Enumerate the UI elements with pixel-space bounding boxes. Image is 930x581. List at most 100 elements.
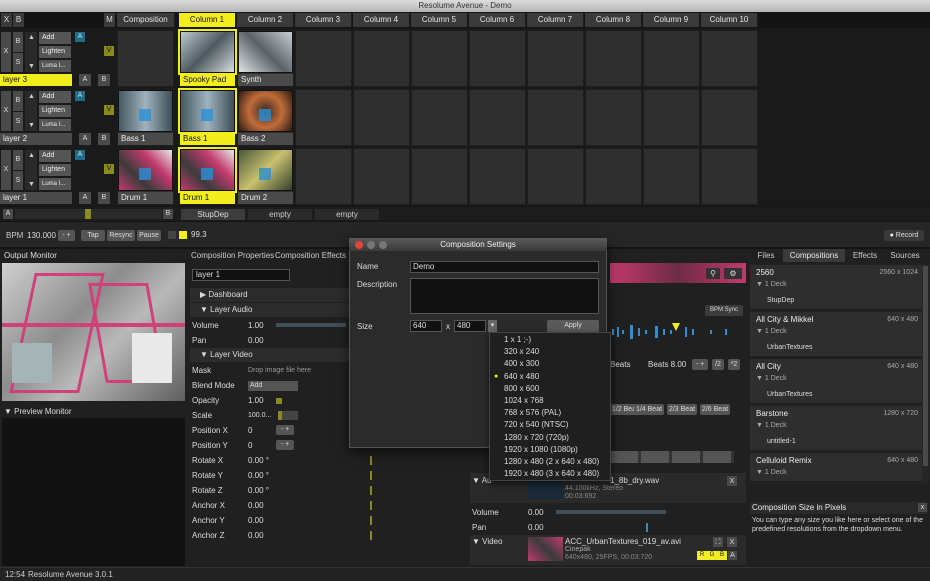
video-section-header[interactable]: ▼ Video	[472, 537, 502, 546]
clip-slot[interactable]	[411, 89, 468, 146]
composition-deck-name[interactable]: UrbanTextures	[767, 391, 813, 398]
tab-compositions[interactable]: Compositions	[783, 249, 845, 262]
size-option[interactable]: 1 x 1 ;-)	[490, 334, 611, 346]
anchor-z-row[interactable]: Anchor Z 0.00	[190, 528, 466, 543]
crossfader-a-button[interactable]: A	[3, 209, 13, 219]
clip-slot[interactable]	[469, 89, 526, 146]
clip-volume-row[interactable]: Volume 0.00	[470, 505, 746, 520]
clip-slot[interactable]	[469, 30, 526, 87]
layer-2-bypass-button[interactable]: B	[13, 150, 23, 170]
layer-1-deck-b-button[interactable]: B	[98, 133, 110, 145]
clip-slot[interactable]	[469, 148, 526, 205]
clip-slot[interactable]	[527, 30, 584, 87]
layer-2-effect-luma[interactable]: Luma I...	[39, 178, 71, 190]
beat-quarter-button[interactable]: 1/4 Beat	[634, 404, 664, 415]
dialog-apply-button[interactable]: Apply	[547, 320, 599, 332]
alpha-channel-button[interactable]: A	[728, 551, 737, 560]
composition-deck-count[interactable]: ▼ 1 Deck	[756, 469, 787, 476]
column-header-6[interactable]: Column 6	[469, 13, 526, 27]
layer-name-field[interactable]: layer 1	[192, 269, 290, 281]
blue-channel-button[interactable]: B	[717, 551, 727, 560]
video-fit-icon[interactable]: ⛶	[713, 537, 723, 547]
layer-2-name[interactable]: layer 1	[0, 192, 72, 204]
bpm-value[interactable]: 130.000	[27, 231, 56, 240]
layer-0-bypass-button[interactable]: B	[13, 32, 23, 52]
clip-slot[interactable]	[353, 30, 410, 87]
layer-2-opacity-fader[interactable]: ▲ ▼	[25, 150, 37, 190]
waveform-view[interactable]	[610, 321, 746, 343]
anchor-y-slider[interactable]	[370, 516, 372, 525]
layer-0-a-button[interactable]: A	[75, 32, 85, 42]
layer-0-effect-lighten[interactable]: Lighten	[39, 46, 71, 58]
dialog-minimize-icon[interactable]	[367, 241, 375, 249]
composition-deck-count[interactable]: ▼ 1 Deck	[756, 328, 787, 335]
rotate-z-slider[interactable]	[370, 486, 372, 495]
size-dropdown-chevron-icon[interactable]: ▾	[488, 320, 497, 332]
layer-1-effect-lighten[interactable]: Lighten	[39, 105, 71, 117]
clip-slot[interactable]	[295, 89, 352, 146]
tab-effects[interactable]: Effects	[848, 249, 882, 262]
clear-all-button[interactable]: X	[1, 13, 12, 27]
bpm-sync-button[interactable]: BPM Sync	[705, 305, 743, 316]
compositions-scrollbar[interactable]	[922, 264, 929, 484]
master-button[interactable]: M	[104, 13, 115, 27]
remove-video-button[interactable]: X	[727, 537, 737, 547]
layer-0-name[interactable]: layer 3	[0, 74, 72, 86]
column-header-7[interactable]: Column 7	[527, 13, 584, 27]
dialog-description-field[interactable]	[410, 278, 599, 314]
column-header-3[interactable]: Column 3	[295, 13, 352, 27]
layer-1-solo-button[interactable]: S	[13, 112, 23, 131]
column-header-9[interactable]: Column 9	[643, 13, 700, 27]
dialog-zoom-icon[interactable]	[379, 241, 387, 249]
bypass-all-button[interactable]: B	[13, 13, 24, 27]
size-option[interactable]: 1024 x 768	[490, 395, 611, 407]
size-option[interactable]: ● 640 x 480	[490, 371, 611, 383]
clip-slot[interactable]	[353, 148, 410, 205]
size-option[interactable]: 400 x 300	[490, 358, 611, 370]
clip-pan-row[interactable]: Pan 0.00	[470, 520, 746, 535]
anchor-x-slider[interactable]	[370, 501, 372, 510]
resync-button[interactable]: Resync	[107, 230, 135, 241]
composition-deck-count[interactable]: ▼ 1 Deck	[756, 281, 787, 288]
composition-deck-name[interactable]: untitled-1	[767, 438, 796, 445]
anchor-y-row[interactable]: Anchor Y 0.00	[190, 513, 466, 528]
clip-slot[interactable]	[527, 148, 584, 205]
column-header-8[interactable]: Column 8	[585, 13, 642, 27]
clip-slot[interactable]	[527, 89, 584, 146]
rotate-x-row[interactable]: Rotate X 0.00 °	[190, 453, 466, 468]
anchor-z-slider[interactable]	[370, 531, 372, 540]
column-header-5[interactable]: Column 5	[411, 13, 468, 27]
size-option[interactable]: 1280 x 480 (2 x 640 x 480)	[490, 456, 611, 468]
clip-slot[interactable]	[701, 30, 758, 87]
clip-slot[interactable]	[585, 148, 642, 205]
layer-0-clear-button[interactable]: X	[1, 32, 11, 72]
double-button[interactable]: *2	[728, 359, 740, 370]
crossfader-b-button[interactable]: B	[163, 209, 173, 219]
layer-2-deck-b-button[interactable]: B	[98, 192, 110, 204]
clip-slot[interactable]	[585, 30, 642, 87]
column-header-2[interactable]: Column 2	[237, 13, 294, 27]
crossfader-handle[interactable]	[85, 209, 91, 219]
clip-thumbnail[interactable]	[178, 29, 237, 75]
deck-tab-1[interactable]: StupDep	[181, 209, 245, 220]
layer-2-video-button[interactable]: V	[104, 164, 114, 174]
dialog-height-field[interactable]: 480	[454, 320, 486, 332]
opacity-slider[interactable]	[276, 398, 282, 404]
layer-1-a-button[interactable]: A	[75, 91, 85, 101]
size-option[interactable]: 1920 x 480 (3 x 640 x 480)	[490, 468, 611, 480]
layer-2-solo-button[interactable]: S	[13, 171, 23, 190]
clip-slot[interactable]	[643, 30, 700, 87]
layer-1-effect-luma[interactable]: Luma I...	[39, 119, 71, 131]
clip-slot[interactable]	[117, 30, 174, 87]
volume-slider[interactable]	[276, 323, 346, 327]
deck-tab-3[interactable]: empty	[315, 209, 379, 220]
clip-slot[interactable]	[643, 148, 700, 205]
clip-slot[interactable]	[701, 89, 758, 146]
layer-1-blend-select[interactable]: Add	[39, 91, 71, 103]
pause-button[interactable]: Pause	[137, 230, 161, 241]
composition-item[interactable]: Celluloid Remix 640 x 480 ▼ 1 Deck	[750, 453, 922, 481]
layer-0-effect-luma[interactable]: Luma I...	[39, 60, 71, 72]
column-header-10[interactable]: Column 10	[701, 13, 758, 27]
composition-deck-count[interactable]: ▼ 1 Deck	[756, 422, 787, 429]
tab-composition-effects[interactable]: Composition Effects	[275, 251, 346, 260]
